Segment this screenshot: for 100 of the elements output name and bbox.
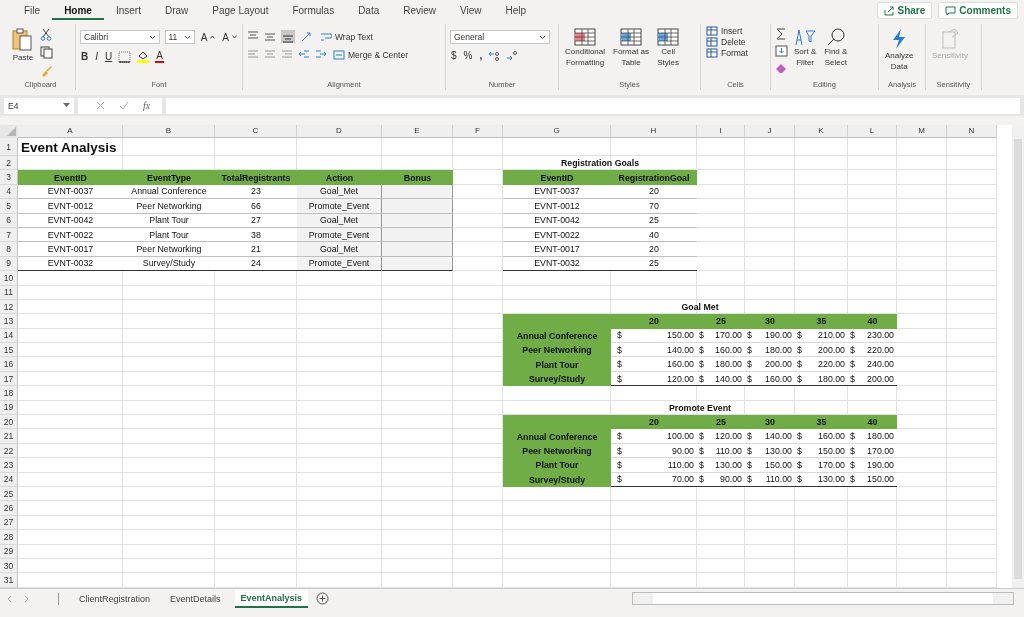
fill-color-icon[interactable] [136, 50, 151, 63]
column-header[interactable]: M [897, 125, 947, 138]
name-box[interactable]: E4 [4, 97, 74, 114]
fill-down-icon[interactable] [775, 45, 788, 57]
cells-button[interactable]: Delete [705, 37, 766, 47]
editing-button[interactable]: Sort & Filter [792, 26, 819, 70]
menu-tab[interactable]: Help [493, 1, 539, 20]
number-format-field[interactable]: General [450, 30, 550, 44]
row-number[interactable]: 28 [0, 530, 18, 545]
row-number[interactable]: 5 [0, 199, 18, 214]
align-bottom-icon[interactable] [281, 30, 295, 43]
menu-tab[interactable]: Home [52, 1, 104, 20]
menu-tab[interactable]: Formulas [280, 1, 347, 20]
row-number[interactable]: 21 [0, 429, 18, 444]
wrap-text-button[interactable]: Wrap Text [319, 31, 374, 42]
formula-input[interactable] [166, 97, 1020, 114]
currency-button[interactable]: $ [450, 50, 458, 61]
comma-button[interactable]: , [478, 50, 484, 61]
sum-icon[interactable] [775, 28, 787, 40]
column-header[interactable]: G [503, 125, 611, 138]
font-size-field[interactable]: 11 [164, 30, 195, 44]
share-button[interactable]: Share [876, 2, 933, 19]
enter-icon[interactable] [119, 101, 129, 110]
row-number[interactable]: 3 [0, 170, 18, 185]
menu-tab[interactable]: Draw [152, 1, 201, 20]
styles-button[interactable]: Conditional Formatting [563, 26, 608, 70]
column-header[interactable]: B [123, 125, 215, 138]
row-number[interactable]: 23 [0, 458, 18, 473]
font-name-field[interactable]: Calibri [80, 30, 160, 44]
column-header[interactable]: F [453, 125, 503, 138]
percent-button[interactable]: % [462, 50, 474, 61]
row-number[interactable]: 31 [0, 573, 18, 588]
table-cell: $ 180.00 [848, 429, 897, 444]
horizontal-scrollbar[interactable] [632, 592, 1014, 606]
eraser-icon[interactable] [775, 62, 788, 74]
decrease-decimal-icon[interactable] [506, 50, 520, 61]
cancel-icon[interactable] [96, 101, 105, 110]
previous-sheet-icon[interactable] [6, 594, 14, 603]
sheet-tab[interactable]: EventDetails [164, 590, 227, 607]
cells-button[interactable]: Insert [705, 26, 766, 36]
row-number[interactable]: 2 [0, 156, 18, 171]
menu-tab[interactable]: Insert [103, 1, 153, 20]
merge-center-button[interactable]: Merge & Center [332, 49, 409, 60]
select-all-button[interactable] [0, 125, 18, 138]
align-middle-icon[interactable] [264, 31, 276, 42]
styles-button[interactable]: Format as Table [611, 26, 652, 70]
column-header[interactable]: D [297, 125, 382, 138]
column-header[interactable]: I [697, 125, 745, 138]
increase-decimal-icon[interactable] [488, 50, 502, 61]
underline-button[interactable]: U [104, 51, 114, 62]
column-header[interactable]: N [947, 125, 997, 138]
brush-icon[interactable] [40, 64, 53, 77]
row-number[interactable]: 18 [0, 386, 18, 401]
shrink-font-button[interactable]: A [221, 31, 238, 43]
row-number[interactable]: 13 [0, 314, 18, 329]
menu-tab[interactable]: Review [391, 1, 449, 20]
column-header[interactable]: J [745, 125, 795, 138]
row-number[interactable]: 1 [0, 138, 18, 156]
increase-indent-icon[interactable] [315, 49, 327, 60]
align-center-icon[interactable] [264, 49, 276, 60]
bold-button[interactable]: B [80, 51, 90, 62]
row-number[interactable]: 16 [0, 357, 18, 372]
sheet-tab[interactable]: ClientRegistration [73, 590, 157, 607]
row-number[interactable]: 10 [0, 271, 18, 286]
row-number[interactable]: 8 [0, 242, 18, 257]
align-right-icon[interactable] [281, 49, 293, 60]
menu-tab[interactable]: Page Layout [200, 1, 281, 20]
row-number[interactable]: 26 [0, 501, 18, 516]
column-header[interactable]: E [382, 125, 453, 138]
scissors-icon[interactable] [40, 28, 52, 41]
next-sheet-icon[interactable] [22, 594, 30, 603]
orientation-icon[interactable] [300, 30, 314, 43]
vertical-scrollbar[interactable] [1012, 125, 1024, 588]
row-number[interactable]: 15 [0, 343, 18, 358]
paste-button[interactable]: Paste [10, 26, 36, 65]
insert-function-button[interactable]: fx [143, 100, 151, 111]
sheet-tab[interactable]: EventAnalysis [234, 589, 309, 608]
align-top-icon[interactable] [247, 31, 259, 42]
align-left-icon[interactable] [247, 49, 259, 60]
menu-tab[interactable]: Data [346, 1, 392, 20]
column-header[interactable]: K [795, 125, 848, 138]
copy-icon[interactable] [40, 46, 54, 59]
menu-tab[interactable]: File [12, 1, 53, 20]
column-header[interactable]: L [848, 125, 897, 138]
menu-tab[interactable]: View [448, 1, 494, 20]
editing-button[interactable]: Find & Select [822, 26, 850, 70]
column-header[interactable]: H [611, 125, 697, 138]
row-number[interactable]: 20 [0, 415, 18, 430]
add-sheet-icon[interactable] [316, 592, 330, 606]
font-color-button[interactable]: A [155, 50, 164, 63]
styles-button[interactable]: Cell Styles [655, 26, 682, 70]
analyze-data-button[interactable]: Analyze Data [883, 26, 916, 74]
italic-button[interactable]: I [94, 51, 99, 62]
column-header[interactable]: C [215, 125, 297, 138]
comments-button[interactable]: Comments [938, 2, 1018, 19]
decrease-indent-icon[interactable] [298, 49, 310, 60]
cells-button[interactable]: Format [705, 48, 766, 58]
grow-font-button[interactable]: A [199, 31, 217, 43]
column-header[interactable]: A [18, 125, 123, 138]
border-icon[interactable] [118, 50, 132, 63]
